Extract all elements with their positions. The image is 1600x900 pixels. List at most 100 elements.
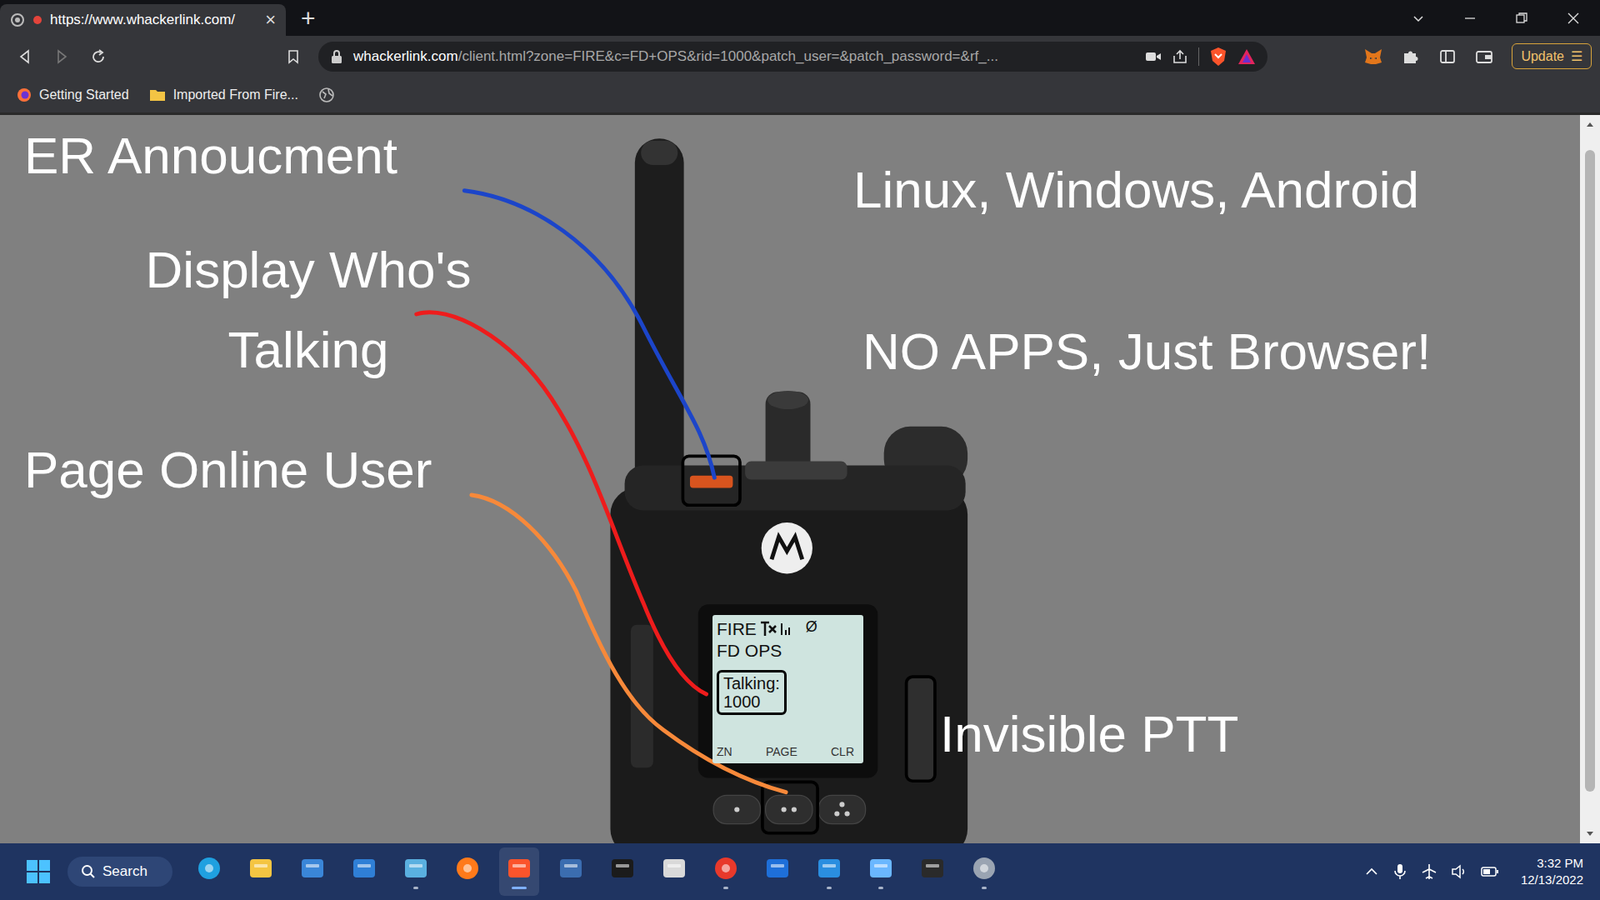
folder-icon bbox=[149, 88, 166, 102]
display-bezel bbox=[698, 604, 879, 778]
knob-cap bbox=[767, 390, 809, 410]
new-tab-button[interactable]: + bbox=[300, 4, 316, 33]
explorer-icon bbox=[247, 855, 275, 882]
emergency-button[interactable] bbox=[690, 475, 733, 489]
zone-name: FIRE bbox=[716, 619, 757, 640]
restore-icon[interactable] bbox=[1515, 11, 1529, 25]
tab-title: https://www.whackerlink.com/ bbox=[50, 11, 259, 29]
brave-shield-icon[interactable] bbox=[1209, 46, 1228, 67]
taskbar-app[interactable] bbox=[757, 847, 798, 896]
update-button[interactable]: Update☰ bbox=[1511, 43, 1592, 70]
taskbar-app[interactable] bbox=[344, 847, 385, 896]
bookmark-item[interactable]: Imported From Fire... bbox=[149, 87, 299, 103]
softkey-button[interactable] bbox=[765, 795, 813, 824]
annotation-text: Linux, Windows, Android bbox=[853, 158, 1420, 222]
running-indicator bbox=[671, 886, 677, 890]
running-indicator bbox=[930, 886, 935, 890]
taskbar-app[interactable] bbox=[240, 847, 281, 896]
ptt-button[interactable] bbox=[907, 677, 935, 780]
chevron-up-icon[interactable] bbox=[1364, 864, 1380, 880]
taskbar-app[interactable] bbox=[912, 847, 953, 896]
running-indicator bbox=[206, 886, 212, 890]
settings-icon bbox=[970, 855, 998, 882]
remote-icon bbox=[764, 855, 791, 882]
paint-icon bbox=[402, 855, 430, 882]
terminal-icon bbox=[609, 855, 636, 882]
bookmark-icon[interactable] bbox=[285, 48, 302, 65]
store-icon bbox=[299, 855, 326, 882]
running-indicator bbox=[310, 886, 315, 890]
scroll-up-icon[interactable] bbox=[1585, 120, 1595, 129]
softkey-button[interactable] bbox=[818, 795, 865, 824]
airplane-icon[interactable] bbox=[1420, 863, 1438, 880]
scroll-thumb[interactable] bbox=[1585, 150, 1595, 792]
camera-icon[interactable] bbox=[1145, 50, 1162, 64]
taskbar: Search 3:32 PM12/13/2022 bbox=[0, 843, 1600, 900]
close-window-icon[interactable] bbox=[1566, 11, 1580, 25]
softkey-button[interactable] bbox=[713, 795, 760, 824]
bookmark-label: Imported From Fire... bbox=[173, 87, 299, 103]
toolbar: whackerlink.com/client.html?zone=FIRE&c=… bbox=[0, 35, 1600, 77]
address-bar[interactable]: whackerlink.com/client.html?zone=FIRE&c=… bbox=[318, 41, 1268, 72]
metamask-fox-icon[interactable] bbox=[1363, 47, 1384, 66]
scroll-down-icon[interactable] bbox=[1585, 830, 1595, 839]
back-icon[interactable] bbox=[16, 48, 34, 65]
search-label: Search bbox=[102, 863, 148, 880]
taskbar-app[interactable] bbox=[860, 847, 901, 896]
talking-id: 1000 bbox=[723, 692, 780, 711]
taskbar-app[interactable] bbox=[550, 847, 591, 896]
taskbar-apps bbox=[189, 847, 1005, 896]
taskbar-search[interactable]: Search bbox=[67, 856, 173, 887]
annotation-line bbox=[416, 312, 707, 695]
battery-icon[interactable] bbox=[1480, 865, 1500, 879]
taskbar-app[interactable] bbox=[964, 847, 1005, 896]
minimize-icon[interactable] bbox=[1463, 11, 1477, 25]
taskbar-app[interactable] bbox=[809, 847, 850, 896]
bookmarks-bar: Getting Started Imported From Fire... bbox=[0, 76, 1600, 115]
tower-icon bbox=[660, 855, 688, 882]
logo-mark bbox=[771, 536, 803, 560]
sidebar-icon[interactable] bbox=[1438, 47, 1457, 66]
recording-icon bbox=[31, 14, 44, 26]
tab-close-button[interactable]: × bbox=[265, 9, 276, 31]
microphone-icon[interactable] bbox=[1392, 863, 1408, 880]
scrollbar[interactable] bbox=[1580, 115, 1600, 844]
running-indicator bbox=[413, 886, 419, 890]
reload-icon[interactable] bbox=[90, 48, 107, 65]
date: 12/13/2022 bbox=[1520, 871, 1584, 889]
taskbar-app[interactable] bbox=[654, 847, 695, 896]
taskbar-app[interactable] bbox=[292, 847, 333, 896]
softkey-label[interactable]: PAGE bbox=[765, 745, 798, 759]
dot-icon bbox=[781, 806, 787, 812]
taskbar-app[interactable] bbox=[447, 847, 488, 896]
signal-icon bbox=[780, 621, 792, 637]
taskbar-app[interactable] bbox=[189, 847, 230, 896]
highlight-box bbox=[906, 676, 935, 781]
console-icon bbox=[919, 855, 946, 882]
puzzle-icon[interactable] bbox=[1401, 47, 1420, 66]
radio-body bbox=[610, 487, 968, 844]
volume-icon[interactable] bbox=[1450, 863, 1468, 880]
wallet-icon[interactable] bbox=[1475, 47, 1494, 66]
taskbar-app[interactable] bbox=[395, 847, 436, 896]
softkey-label[interactable]: CLR bbox=[830, 745, 855, 759]
clock[interactable]: 3:32 PM12/13/2022 bbox=[1520, 855, 1584, 890]
dot-icon bbox=[791, 806, 797, 812]
taskbar-app[interactable] bbox=[602, 847, 643, 896]
forward-icon[interactable] bbox=[53, 48, 70, 65]
share-icon[interactable] bbox=[1171, 48, 1189, 65]
tab-search-icon[interactable] bbox=[1411, 11, 1425, 25]
globe-icon[interactable] bbox=[318, 86, 335, 104]
running-indicator bbox=[981, 886, 987, 890]
browser-tab[interactable]: https://www.whackerlink.com/ × bbox=[0, 4, 286, 36]
extensions: Update☰ bbox=[1363, 43, 1592, 70]
page-content: ER AnnoucmentDisplay Who's TalkingPage O… bbox=[0, 115, 1600, 844]
bookmark-item[interactable]: Getting Started bbox=[16, 87, 130, 103]
time: 3:32 PM bbox=[1536, 855, 1584, 872]
taskbar-app[interactable] bbox=[499, 847, 540, 896]
dot-icon bbox=[839, 801, 845, 807]
windows-start-icon[interactable] bbox=[25, 859, 51, 885]
taskbar-app[interactable] bbox=[705, 847, 746, 896]
rewards-icon[interactable] bbox=[1237, 47, 1256, 66]
softkey-label[interactable]: ZN bbox=[716, 745, 733, 759]
